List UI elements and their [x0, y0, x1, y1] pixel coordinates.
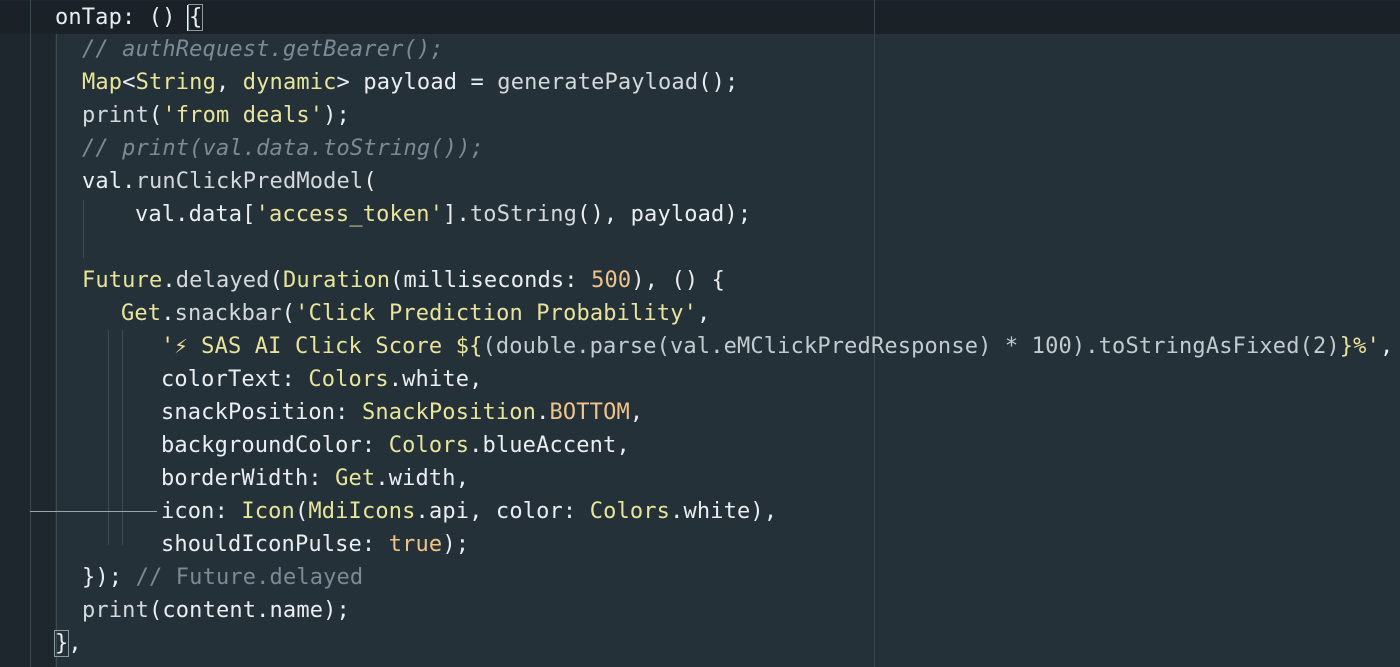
code-token: val.	[82, 169, 136, 194]
code-token: BOTTOM	[549, 400, 630, 425]
code-token: Icon	[241, 499, 295, 524]
code-token: colorText:	[161, 367, 309, 392]
code-token: );	[442, 532, 470, 557]
code-token: ,	[68, 631, 82, 656]
code-line[interactable]: // print(val.data.toString());	[82, 132, 484, 165]
code-line[interactable]: borderWidth: Get.width,	[161, 462, 469, 495]
code-line[interactable]: shouldIconPulse: true);	[161, 528, 469, 561]
code-token: ,	[629, 400, 644, 425]
code-line[interactable]: '⚡ SAS AI Click Score ${(double.parse(va…	[161, 330, 1393, 363]
code-token: (	[294, 499, 309, 524]
code-token: }%'	[1339, 334, 1380, 359]
scope-connector-line	[30, 511, 157, 512]
code-token: Map	[82, 70, 123, 95]
code-token: ();	[698, 70, 739, 95]
code-token: .width,	[375, 466, 470, 491]
code-token: (double.parse(val.eMClickPredResponse) *…	[482, 334, 1340, 359]
code-token: onTap: ()	[55, 5, 189, 30]
indent-guide	[56, 34, 57, 667]
code-token: SnackPosition	[361, 400, 537, 425]
code-token: (	[363, 169, 377, 194]
code-token: true	[388, 532, 443, 557]
code-token: Colors	[308, 367, 389, 392]
code-line[interactable]: // authRequest.getBearer();	[82, 33, 444, 66]
code-token: .	[162, 268, 176, 293]
code-token: runClickPredModel	[135, 169, 364, 194]
code-token: ].	[443, 202, 470, 227]
code-token: ,	[697, 301, 711, 326]
code-token: // print(val.data.toString());	[82, 136, 484, 161]
code-line[interactable]: colorText: Colors.white,	[161, 363, 483, 396]
code-token: backgroundColor:	[161, 433, 389, 458]
code-token: delayed	[175, 268, 270, 293]
code-line[interactable]: },	[53, 627, 82, 660]
code-token: Get	[335, 466, 376, 491]
code-line[interactable]: Get.snackbar('Click Prediction Probabili…	[121, 297, 710, 330]
code-token: {	[187, 4, 204, 31]
code-line[interactable]: icon: Icon(MdiIcons.api, color: Colors.w…	[161, 495, 777, 528]
code-token: shouldIconPulse:	[161, 532, 389, 557]
code-token: ,	[215, 70, 243, 95]
code-line[interactable]: val.data['access_token'].toString(), pay…	[135, 198, 751, 231]
code-token: 500	[591, 268, 632, 293]
code-line[interactable]: Map<String, dynamic> payload = generateP…	[82, 66, 738, 99]
code-token: > payload =	[336, 70, 498, 95]
current-line-highlight	[0, 1, 1400, 34]
code-token: });	[82, 565, 136, 590]
code-token: .white),	[670, 499, 778, 524]
code-token: Duration	[282, 268, 391, 293]
code-token: print	[82, 103, 149, 128]
code-token: 'Click Prediction Probability'	[295, 301, 698, 326]
code-token: Get	[121, 301, 162, 326]
code-token: 'from deals'	[162, 103, 324, 128]
code-token: .	[161, 301, 175, 326]
code-token: generatePayload	[497, 70, 699, 95]
code-token: (	[148, 103, 163, 128]
code-token: ), () {	[631, 268, 726, 293]
code-token: .white,	[388, 367, 483, 392]
code-token: String	[135, 70, 216, 95]
indent-guide	[122, 330, 123, 545]
code-token: dynamic	[242, 70, 337, 95]
indent-guide	[108, 330, 109, 545]
indent-guide	[83, 200, 84, 258]
code-token: (	[281, 301, 296, 326]
code-token: snackPosition:	[161, 400, 362, 425]
code-token: (), payload);	[577, 202, 752, 227]
code-token: .api, color:	[415, 499, 590, 524]
code-token: // authRequest.getBearer();	[82, 37, 444, 62]
code-token: (milliseconds:	[390, 268, 592, 293]
code-token: '⚡ SAS AI Click Score ${	[161, 334, 483, 359]
code-line[interactable]: onTap: () {	[55, 1, 204, 34]
code-token: (content.name);	[148, 598, 350, 623]
code-token: snackbar	[174, 301, 282, 326]
code-line[interactable]: val.runClickPredModel(	[82, 165, 377, 198]
code-token: (	[269, 268, 283, 293]
code-token: );	[323, 103, 350, 128]
code-token: borderWidth:	[161, 466, 336, 491]
code-line[interactable]: }); // Future.delayed	[82, 561, 363, 594]
code-line[interactable]: backgroundColor: Colors.blueAccent,	[161, 429, 630, 462]
code-token: val.data[	[135, 202, 256, 227]
code-token: // Future.delayed	[135, 565, 364, 590]
code-token: icon:	[161, 499, 242, 524]
code-line[interactable]: Future.delayed(Duration(milliseconds: 50…	[82, 264, 725, 297]
code-line[interactable]: print('from deals');	[82, 99, 350, 132]
code-token: }	[53, 630, 70, 657]
code-line[interactable]: snackPosition: SnackPosition.BOTTOM,	[161, 396, 643, 429]
code-token: Future	[82, 268, 163, 293]
code-editor[interactable]: onTap: () { // authRequest.getBearer(); Ma…	[0, 0, 1400, 667]
indent-guide	[30, 0, 31, 667]
code-token: ,	[1379, 334, 1394, 359]
code-token: Colors	[388, 433, 470, 458]
code-token: .blueAccent,	[469, 433, 630, 458]
code-token: Colors	[589, 499, 671, 524]
code-token: toString	[469, 202, 578, 227]
code-token: <	[122, 70, 136, 95]
code-token: 'access_token'	[255, 202, 444, 227]
code-token: MdiIcons	[308, 499, 416, 524]
code-token: print	[82, 598, 149, 623]
code-line[interactable]: print(content.name);	[82, 594, 350, 627]
code-token: .	[536, 400, 550, 425]
